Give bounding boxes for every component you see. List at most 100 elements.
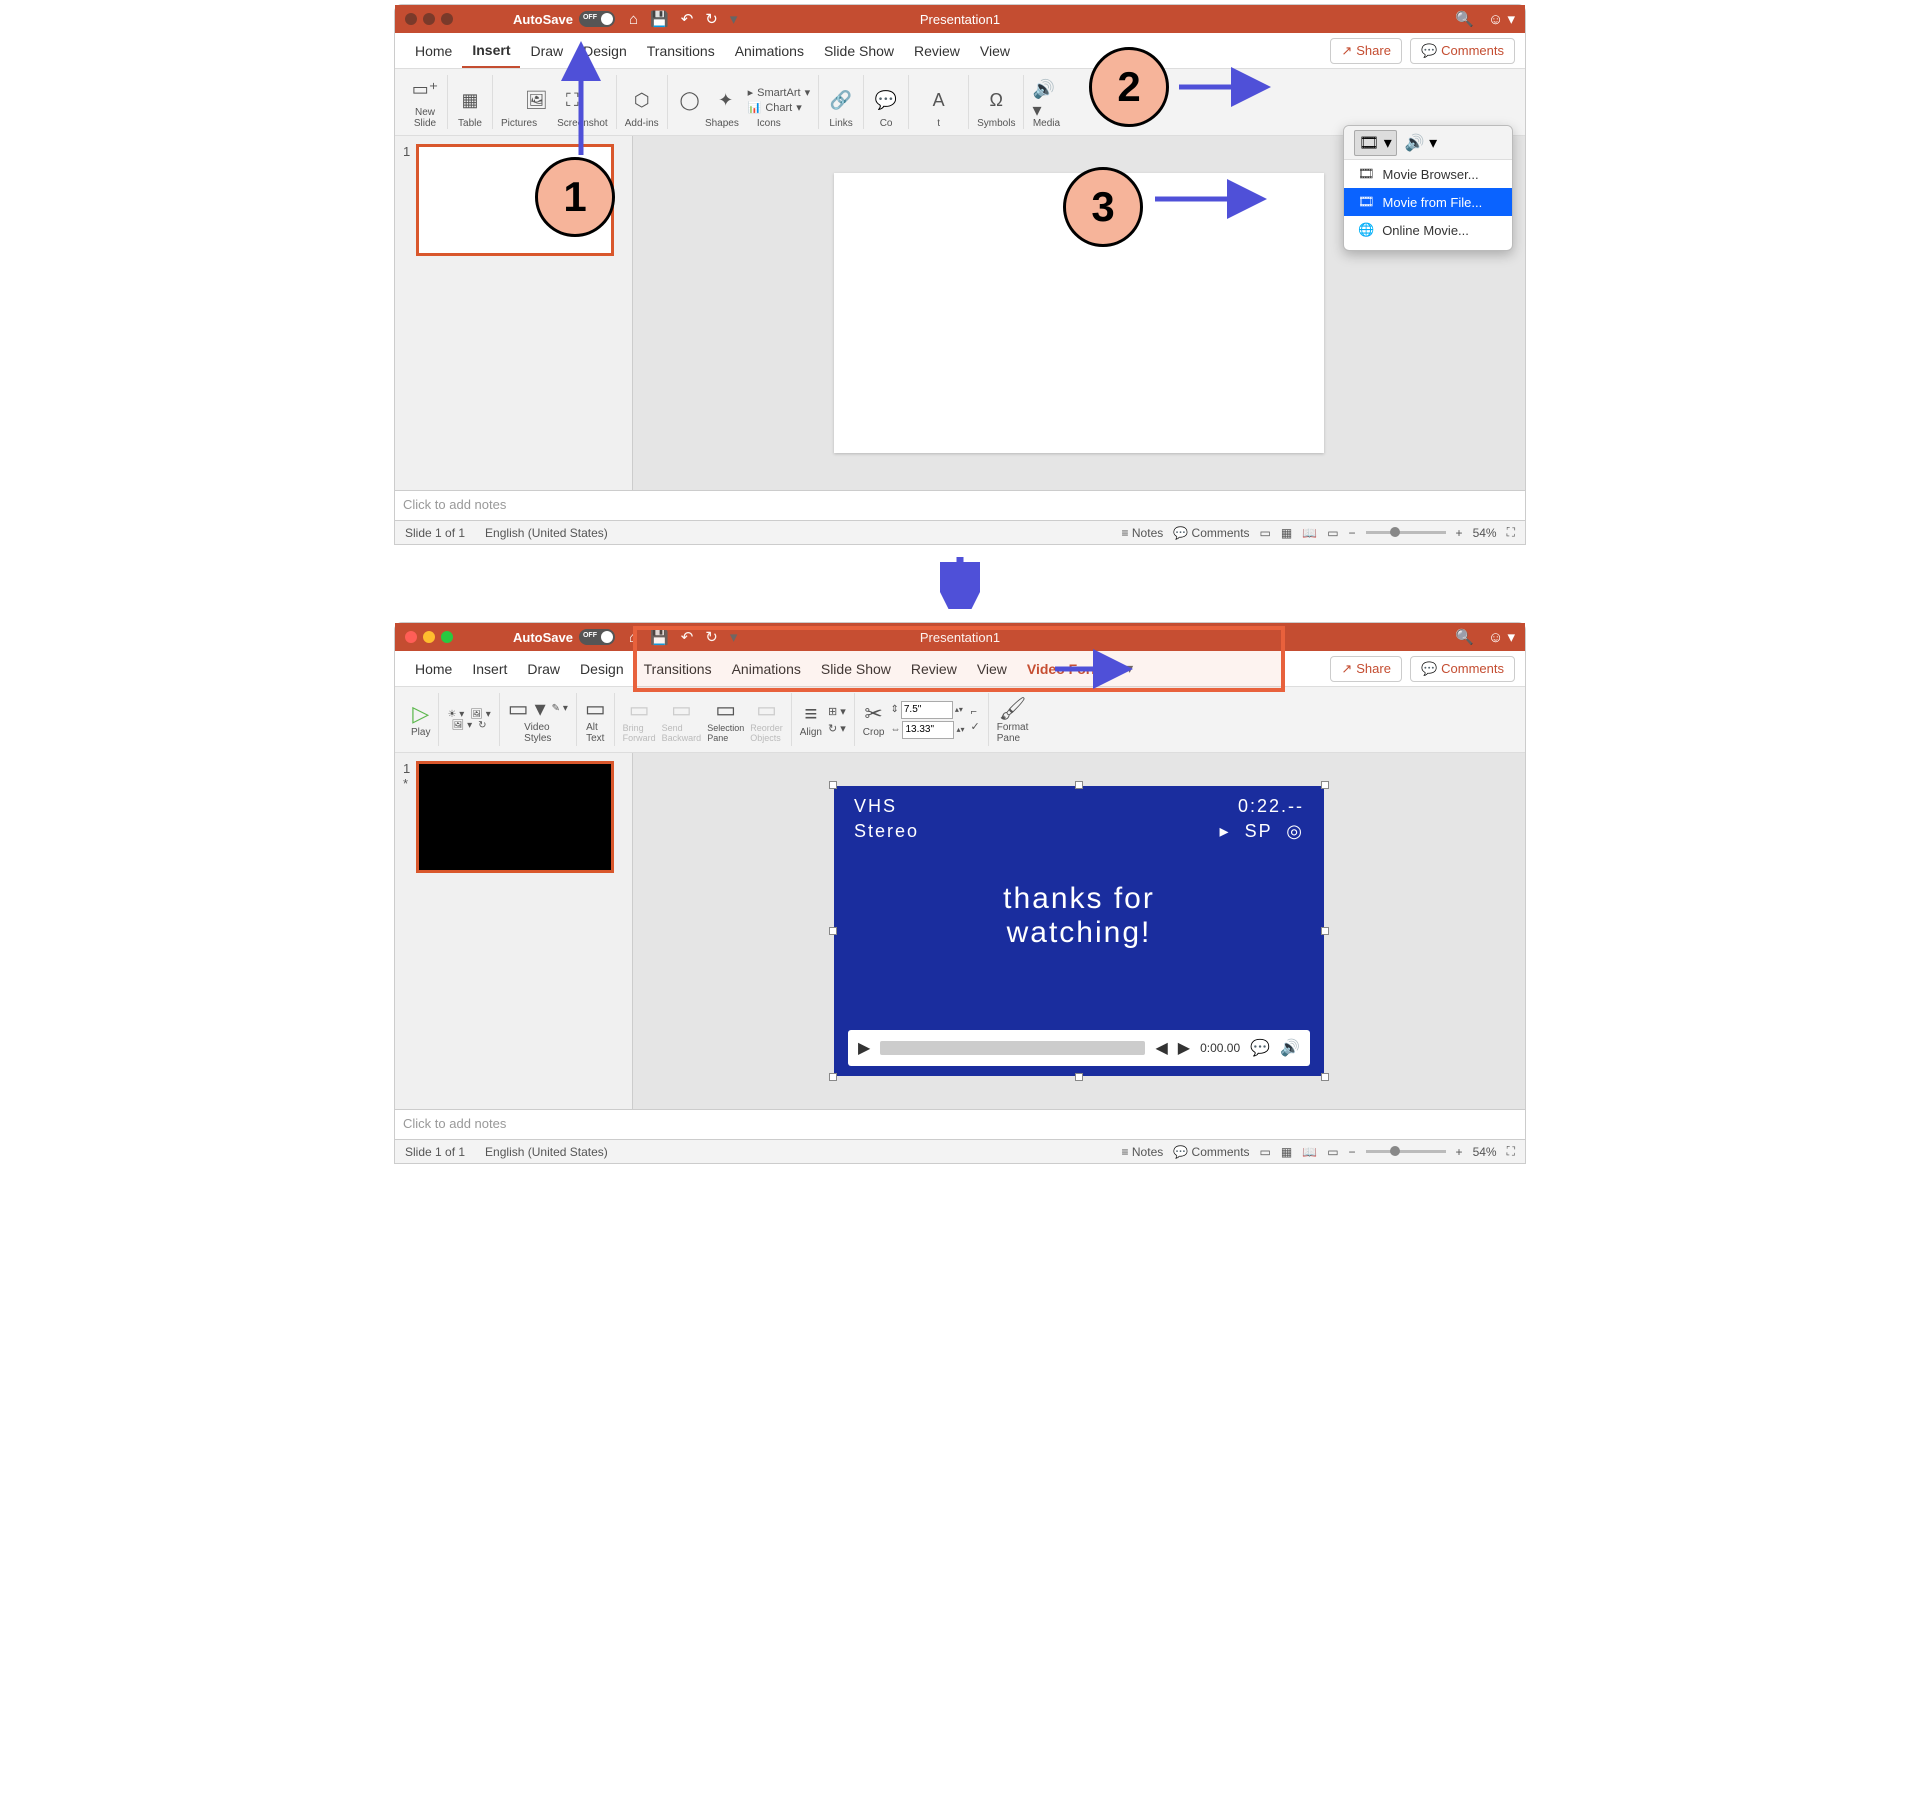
text-icon[interactable]: A bbox=[925, 86, 953, 114]
player-caption-icon[interactable]: 💬 bbox=[1250, 1038, 1270, 1058]
new-slide-icon[interactable]: ▭⁺ bbox=[411, 75, 439, 103]
zoom-out[interactable]: − bbox=[1349, 1145, 1356, 1159]
tab-insert[interactable]: Insert bbox=[462, 653, 517, 685]
minimize-button[interactable] bbox=[423, 631, 435, 643]
comments-button[interactable]: 💬 Comments bbox=[1410, 656, 1515, 682]
lock-aspect-icon[interactable]: ⌐ bbox=[971, 706, 980, 718]
align-icon[interactable]: ≡ bbox=[804, 701, 817, 727]
player-next-icon[interactable]: ▶ bbox=[1178, 1038, 1190, 1058]
zoom-level[interactable]: 54% bbox=[1473, 1145, 1497, 1159]
movie-from-file-item[interactable]: 🎞 Movie from File... bbox=[1344, 188, 1512, 216]
shapes-icon[interactable]: ◯ bbox=[676, 86, 704, 114]
zoom-button[interactable] bbox=[441, 13, 453, 25]
symbols-icon[interactable]: Ω bbox=[982, 86, 1010, 114]
chevron-down-icon[interactable]: ▾ bbox=[1126, 660, 1133, 677]
view-normal-icon[interactable]: ▭ bbox=[1260, 1145, 1271, 1159]
save-icon[interactable]: 💾 bbox=[650, 628, 669, 646]
view-reading-icon[interactable]: 📖 bbox=[1302, 1145, 1317, 1159]
save-icon[interactable]: 💾 bbox=[650, 10, 669, 28]
group-icon[interactable]: ⊞ ▾ bbox=[828, 705, 846, 718]
autosave-toggle[interactable]: AutoSave bbox=[513, 629, 615, 645]
selection-pane-icon[interactable]: ▭ bbox=[715, 697, 736, 723]
notes-toggle[interactable]: ≡ Notes bbox=[1122, 526, 1164, 540]
account-icon[interactable]: ☺ ▾ bbox=[1488, 628, 1515, 646]
player-scrubber[interactable] bbox=[880, 1041, 1145, 1055]
format-pane-icon[interactable]: 🖌 bbox=[999, 696, 1027, 722]
stepper-icon[interactable]: ▴▾ bbox=[955, 705, 963, 714]
alt-text-icon[interactable]: ▭ bbox=[585, 696, 606, 722]
view-slideshow-icon[interactable]: ▭ bbox=[1327, 1145, 1338, 1159]
view-normal-icon[interactable]: ▭ bbox=[1260, 526, 1271, 540]
addins-icon[interactable]: ⬡ bbox=[628, 86, 656, 114]
pictures-icon[interactable]: 🖼 bbox=[522, 86, 550, 114]
close-button[interactable] bbox=[405, 631, 417, 643]
zoom-slider[interactable] bbox=[1366, 531, 1446, 534]
share-button[interactable]: ↗ Share bbox=[1330, 656, 1402, 682]
player-prev-icon[interactable]: ◀ bbox=[1155, 1038, 1167, 1058]
video-shape-icon[interactable]: ✎ ▾ bbox=[552, 703, 568, 714]
notes-pane[interactable]: Click to add notes bbox=[395, 490, 1525, 520]
poster-frame-icon[interactable]: 🖼 ▾ bbox=[452, 720, 473, 731]
smartart-button[interactable]: ▸ SmartArt ▾ bbox=[748, 86, 810, 99]
comments-button[interactable]: 💬 Comments bbox=[1410, 38, 1515, 64]
stepper-icon[interactable]: ▴▾ bbox=[956, 725, 964, 734]
media-icon[interactable]: 🔊 ▾ bbox=[1032, 86, 1060, 114]
window-controls[interactable] bbox=[405, 631, 453, 643]
tab-animations[interactable]: Animations bbox=[722, 653, 811, 685]
redo-icon[interactable]: ↻ bbox=[705, 10, 718, 28]
zoom-in[interactable]: + bbox=[1456, 1145, 1463, 1159]
tab-draw[interactable]: Draw bbox=[517, 653, 570, 685]
tab-review[interactable]: Review bbox=[904, 35, 970, 67]
toggle-switch[interactable] bbox=[579, 629, 615, 645]
home-icon[interactable]: ⌂ bbox=[629, 629, 638, 646]
check-icon[interactable]: ✓ bbox=[971, 720, 980, 733]
slide-canvas[interactable]: VHS Stereo 0:22.-- ▸ SP ◎ thanks for wat… bbox=[633, 753, 1525, 1109]
zoom-button[interactable] bbox=[441, 631, 453, 643]
view-reading-icon[interactable]: 📖 bbox=[1302, 526, 1317, 540]
language-status[interactable]: English (United States) bbox=[485, 526, 608, 540]
tab-home[interactable]: Home bbox=[405, 35, 462, 67]
toggle-switch[interactable] bbox=[579, 11, 615, 27]
share-button[interactable]: ↗ Share bbox=[1330, 38, 1402, 64]
zoom-out[interactable]: − bbox=[1349, 526, 1356, 540]
autosave-toggle[interactable]: AutoSave bbox=[513, 11, 615, 27]
tab-view[interactable]: View bbox=[967, 653, 1017, 685]
slide-thumbnail-pane[interactable]: 1 * bbox=[395, 753, 633, 1109]
table-icon[interactable]: ▦ bbox=[456, 86, 484, 114]
undo-icon[interactable]: ↶ bbox=[681, 628, 694, 646]
zoom-in[interactable]: + bbox=[1456, 526, 1463, 540]
video-icon[interactable]: 🎞 ▾ bbox=[1354, 130, 1397, 156]
width-input[interactable] bbox=[902, 721, 954, 739]
movie-browser-item[interactable]: 🎞 Movie Browser... bbox=[1344, 160, 1512, 188]
crop-icon[interactable]: ✂ bbox=[864, 701, 882, 727]
minimize-button[interactable] bbox=[423, 13, 435, 25]
links-icon[interactable]: 🔗 bbox=[827, 86, 855, 114]
player-play-icon[interactable]: ▶ bbox=[858, 1038, 870, 1058]
comments-toggle[interactable]: 💬 Comments bbox=[1173, 1145, 1249, 1159]
tab-slide-show[interactable]: Slide Show bbox=[814, 35, 904, 67]
language-status[interactable]: English (United States) bbox=[485, 1145, 608, 1159]
tab-draw[interactable]: Draw bbox=[520, 35, 573, 67]
chart-button[interactable]: 📊 Chart ▾ bbox=[748, 101, 810, 114]
slide-thumbnail[interactable] bbox=[416, 761, 614, 873]
tab-insert[interactable]: Insert bbox=[462, 34, 520, 68]
window-controls[interactable] bbox=[405, 13, 453, 25]
audio-icon[interactable]: 🔊 ▾ bbox=[1405, 133, 1437, 153]
online-movie-item[interactable]: 🌐 Online Movie... bbox=[1344, 216, 1512, 244]
tab-home[interactable]: Home bbox=[405, 653, 462, 685]
fit-icon[interactable]: ⛶ bbox=[1507, 1144, 1515, 1159]
zoom-level[interactable]: 54% bbox=[1473, 526, 1497, 540]
home-icon[interactable]: ⌂ bbox=[629, 11, 638, 28]
tab-design[interactable]: Design bbox=[570, 653, 634, 685]
view-sorter-icon[interactable]: ▦ bbox=[1281, 526, 1292, 540]
video-styles-icon[interactable]: ▭ ▾ bbox=[508, 696, 546, 722]
view-slideshow-icon[interactable]: ▭ bbox=[1327, 526, 1338, 540]
recolor-icon[interactable]: 🖼 ▾ bbox=[470, 709, 491, 720]
video-object[interactable]: VHS Stereo 0:22.-- ▸ SP ◎ thanks for wat… bbox=[834, 786, 1324, 1076]
notes-toggle[interactable]: ≡ Notes bbox=[1122, 1145, 1164, 1159]
tab-animations[interactable]: Animations bbox=[725, 35, 814, 67]
comments-toggle[interactable]: 💬 Comments bbox=[1173, 526, 1249, 540]
play-icon[interactable]: ▷ bbox=[412, 701, 429, 727]
overflow-icon[interactable]: ▾ bbox=[730, 10, 738, 28]
account-icon[interactable]: ☺ ▾ bbox=[1488, 10, 1515, 28]
